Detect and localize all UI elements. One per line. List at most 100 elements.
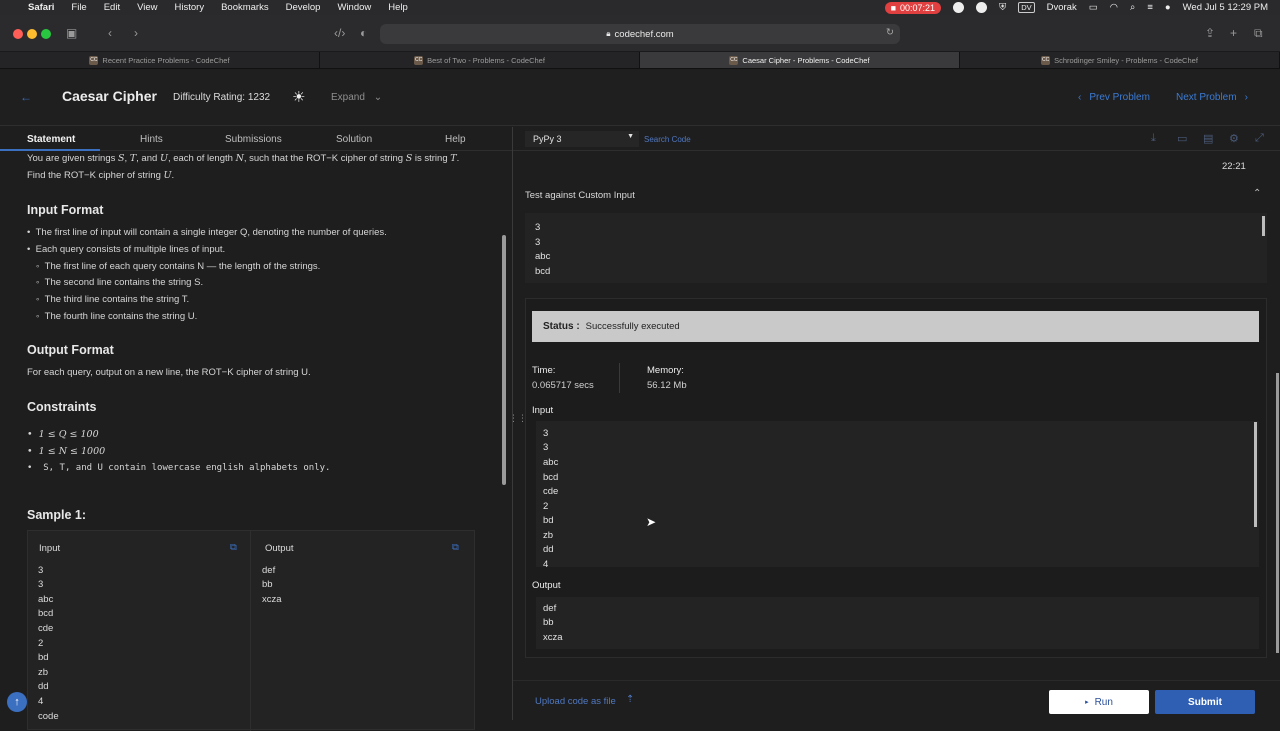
next-problem-link[interactable]: Next Problem › <box>1176 92 1248 103</box>
code-icon[interactable]: ‹/› <box>334 26 345 40</box>
expand-button[interactable]: Expand ⌄ <box>331 92 382 103</box>
menu-history[interactable]: History <box>175 2 205 13</box>
lock-icon: 🔒︎ <box>606 29 611 38</box>
input-sub-bullet: ◦ The first line of each query contains … <box>36 261 321 272</box>
menu-help[interactable]: Help <box>388 2 408 13</box>
browser-tab-label: Best of Two - Problems - CodeChef <box>427 55 545 65</box>
camera-icon: ■ <box>890 2 897 13</box>
status-value: Successfully executed <box>585 321 680 332</box>
browser-tab[interactable]: CC Schrodinger Smiley - Problems - CodeC… <box>960 52 1280 68</box>
sample-output-line: bb <box>262 579 273 590</box>
settings-gear-icon[interactable]: ⚙ <box>1229 132 1239 145</box>
run-button[interactable]: ▸ Run <box>1049 690 1149 714</box>
menu-file[interactable]: File <box>71 2 86 13</box>
codechef-favicon-icon: CC <box>1041 55 1051 65</box>
tab-submissions[interactable]: Submissions <box>225 134 282 145</box>
share-icon[interactable]: ⇪ <box>1205 26 1215 40</box>
menu-develop[interactable]: Develop <box>286 2 321 13</box>
stop-icon[interactable] <box>976 2 988 13</box>
result-input-line: 3 <box>543 428 549 439</box>
save-icon[interactable]: ▤ <box>1203 132 1213 145</box>
sample-input-line: dd <box>38 681 49 692</box>
browser-tab[interactable]: CC Recent Practice Problems - CodeChef <box>0 52 320 68</box>
sample-input-line: bcd <box>38 608 54 619</box>
recording-time: 00:07:21 <box>900 2 936 13</box>
custom-input-scrollbar[interactable] <box>1262 216 1265 236</box>
menu-view[interactable]: View <box>137 2 157 13</box>
constraint-item: • 1 ≤ N ≤ 1000 <box>27 446 106 457</box>
var-t: T <box>129 153 137 164</box>
search-code-input[interactable]: Search Code <box>644 135 691 144</box>
result-input-line: zb <box>543 530 554 541</box>
meta-divider <box>619 363 620 393</box>
back-icon[interactable]: ‹ <box>108 26 112 40</box>
search-icon[interactable]: ⌕ <box>1130 2 1135 13</box>
prev-problem-link[interactable]: ‹ Prev Problem <box>1078 92 1150 103</box>
custom-input-header[interactable]: Test against Custom Input <box>525 190 635 201</box>
tab-hints[interactable]: Hints <box>140 134 163 145</box>
menu-window[interactable]: Window <box>337 2 371 13</box>
sidebar-icon[interactable]: ▣ <box>66 26 77 40</box>
menu-safari[interactable]: Safari <box>28 2 54 13</box>
new-tab-icon[interactable]: + <box>1230 26 1237 40</box>
upload-icon[interactable]: ⇡ <box>626 694 634 705</box>
zoom-window-button[interactable] <box>41 29 51 39</box>
sample-output-line: xcza <box>262 594 282 605</box>
status-label: Status : <box>543 321 580 332</box>
chat-icon[interactable]: ▭ <box>1177 132 1187 145</box>
upload-code-link[interactable]: Upload code as file <box>535 696 616 707</box>
tab-overview-icon[interactable]: ⧉ <box>1254 26 1263 41</box>
shield-icon[interactable]: ⛨ <box>999 2 1006 13</box>
result-input-scrollbar[interactable] <box>1254 422 1257 527</box>
help-fab-button[interactable]: ↑ <box>7 692 27 712</box>
statement-scrollbar[interactable] <box>502 235 506 485</box>
var-s: S <box>118 153 125 164</box>
download-icon[interactable]: ⤓ <box>1151 132 1156 145</box>
codechef-favicon-icon: CC <box>89 55 99 65</box>
address-bar[interactable]: 🔒︎ codechef.com ↻ <box>380 24 900 44</box>
sample-input-line: 3 <box>38 579 44 590</box>
submit-button[interactable]: Submit <box>1155 690 1255 714</box>
time-label: Time: <box>532 365 556 376</box>
right-panel-scrollbar[interactable] <box>1276 373 1279 653</box>
reload-icon[interactable]: ↻ <box>886 27 894 38</box>
menu-bookmarks[interactable]: Bookmarks <box>221 2 269 13</box>
result-input-box[interactable]: 3 3 abc bcd cde 2 bd zb dd 4 <box>536 421 1259 567</box>
caret-down-icon: ▼ <box>627 133 634 140</box>
menu-edit[interactable]: Edit <box>104 2 120 13</box>
pause-icon[interactable] <box>953 2 965 13</box>
privacy-shield-icon[interactable]: ◐ <box>360 26 367 40</box>
battery-icon[interactable]: ▭ <box>1089 2 1098 13</box>
sample-input-label: Input <box>39 543 61 554</box>
input-bullet: • The first line of input will contain a… <box>27 227 387 238</box>
input-source-name[interactable]: Dvorak <box>1047 2 1077 13</box>
result-input-line: dd <box>543 544 554 555</box>
minimize-window-button[interactable] <box>27 29 37 39</box>
theme-toggle-sun-icon[interactable]: ☀ <box>292 88 305 106</box>
copy-input-icon[interactable]: ⧉ <box>230 542 237 553</box>
problem-header: ← Caesar Cipher Difficulty Rating: 1232 … <box>0 70 1280 126</box>
input-source-badge[interactable]: DV <box>1018 2 1035 13</box>
browser-tab-active[interactable]: CC Caesar Cipher - Problems - CodeChef <box>640 52 960 68</box>
custom-input-textarea[interactable]: 3 3 abc bcd <box>525 213 1267 283</box>
control-center-icon[interactable]: ≡ <box>1147 2 1153 13</box>
siri-icon[interactable]: ● <box>1165 2 1171 13</box>
result-output-line: xcza <box>543 632 563 643</box>
recording-indicator[interactable]: ■ 00:07:21 <box>884 1 942 14</box>
back-arrow-icon[interactable]: ← <box>20 90 32 104</box>
clock[interactable]: Wed Jul 5 12:29 PM <box>1183 2 1268 13</box>
browser-tab[interactable]: CC Best of Two - Problems - CodeChef <box>320 52 640 68</box>
chevron-up-icon[interactable]: ⌃ <box>1253 188 1261 199</box>
difficulty-rating: Difficulty Rating: 1232 <box>173 92 271 103</box>
tab-solution[interactable]: Solution <box>336 134 372 145</box>
language-select[interactable]: PyPy 3 ▼ <box>525 131 639 147</box>
custom-input-line: abc <box>535 251 551 262</box>
close-window-button[interactable] <box>13 29 23 39</box>
wifi-icon[interactable]: ◠ <box>1110 2 1118 13</box>
tab-help[interactable]: Help <box>445 134 466 145</box>
fullscreen-icon[interactable]: ⤢ <box>1255 132 1264 145</box>
language-value: PyPy 3 <box>533 134 562 144</box>
copy-output-icon[interactable]: ⧉ <box>452 542 459 553</box>
tab-statement[interactable]: Statement <box>27 134 75 145</box>
forward-icon[interactable]: › <box>134 26 138 40</box>
